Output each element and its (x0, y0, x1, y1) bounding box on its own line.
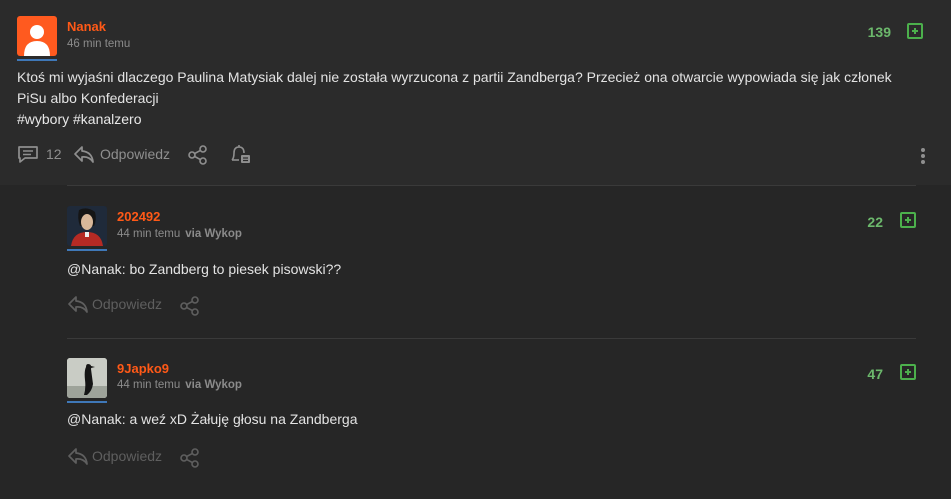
comment-time[interactable]: 44 min temu (117, 379, 180, 391)
upvote-plus-icon[interactable] (907, 23, 923, 39)
comment-author[interactable]: 9Japko9 (117, 361, 169, 376)
mention-link[interactable]: @Nanak (67, 261, 122, 277)
main-post: Nanak 46 min temu 139 Ktoś mi wyjaśni dl… (0, 0, 951, 185)
reply-label: Odpowiedz (92, 296, 163, 312)
post-avatar[interactable] (17, 16, 57, 61)
share-button[interactable] (179, 447, 201, 469)
comment-avatar[interactable] (67, 206, 107, 251)
post-text: Ktoś mi wyjaśni dlaczego Paulina Matysia… (17, 69, 892, 106)
post-score: 139 (867, 24, 891, 40)
comment-text: : a weź xD Żałuję głosu na Zandberga (121, 411, 358, 427)
post-content: Ktoś mi wyjaśni dlaczego Paulina Matysia… (17, 67, 917, 130)
reply-icon (68, 296, 88, 313)
comment-via: via Wykop (185, 228, 242, 240)
reply-button[interactable]: Odpowiedz (67, 446, 162, 466)
reply-icon (68, 448, 88, 465)
more-vertical-icon (921, 148, 925, 164)
comment-meta: 44 min temu via Wykop (117, 228, 242, 240)
comment-count: 12 (46, 146, 62, 162)
reply-button[interactable]: Odpowiedz (73, 144, 170, 164)
divider (67, 185, 916, 186)
post-tags[interactable]: #wybory #kanalzero (17, 109, 917, 130)
comment-via: via Wykop (185, 379, 242, 391)
comment-meta: 44 min temu via Wykop (117, 379, 242, 391)
upvote-plus-icon[interactable] (900, 212, 916, 228)
default-avatar-icon (24, 25, 50, 56)
comment-author[interactable]: 202492 (117, 209, 160, 224)
share-button[interactable] (179, 295, 201, 317)
comment-avatar[interactable] (67, 358, 107, 403)
comment-score: 47 (867, 366, 883, 382)
share-icon (180, 296, 199, 316)
comment-score: 22 (867, 214, 883, 230)
reply-label: Odpowiedz (92, 448, 163, 464)
post-time[interactable]: 46 min temu (67, 38, 130, 50)
user-photo-icon (67, 206, 107, 246)
more-options-button[interactable] (919, 146, 927, 166)
notify-button[interactable] (228, 144, 252, 166)
share-icon (188, 145, 207, 165)
comments-button[interactable]: 12 (17, 144, 62, 164)
bird-photo-icon (67, 358, 107, 398)
reply-label: Odpowiedz (100, 146, 171, 162)
reply-button[interactable]: Odpowiedz (67, 294, 162, 314)
bell-icon (231, 145, 250, 163)
share-button[interactable] (187, 144, 209, 166)
comment-content: @Nanak: bo Zandberg to piesek pisowski?? (67, 259, 907, 280)
mention-link[interactable]: @Nanak (67, 411, 122, 427)
reply-icon (74, 146, 94, 163)
upvote-plus-icon[interactable] (900, 364, 916, 380)
comments-icon (18, 146, 38, 163)
comment-time[interactable]: 44 min temu (117, 228, 180, 240)
post-author[interactable]: Nanak (67, 19, 106, 34)
divider (67, 338, 916, 339)
comment-content: @Nanak: a weź xD Żałuję głosu na Zandber… (67, 409, 907, 430)
share-icon (180, 448, 199, 468)
comment-text: : bo Zandberg to piesek pisowski?? (121, 261, 342, 277)
